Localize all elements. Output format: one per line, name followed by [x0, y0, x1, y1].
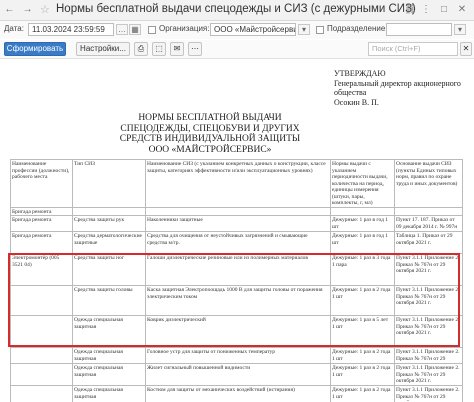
table-cell: Одежда специальная защитная	[74, 365, 123, 378]
params-bar: Дата: 11.03.2024 23:59:59 … ▦ Организаци…	[0, 21, 474, 39]
table-cell: Пункт 3.1.1 Приложение 2. Приказ № 767н …	[396, 349, 460, 362]
report-document: УТВЕРЖДАЮ Генеральный директор акционерн…	[0, 59, 474, 402]
table-cell: Средства для очищения от неустойчивых за…	[147, 233, 308, 246]
org-checkbox[interactable]	[148, 26, 156, 34]
title-line: НОРМЫ БЕСПЛАТНОЙ ВЫДАЧИ	[138, 113, 282, 123]
table-cell: Дежурные: 1 раз в 2 года 1 шт	[332, 349, 391, 362]
table-cell: Средства защиты рук	[74, 217, 125, 223]
calendar-icon[interactable]: ▦	[129, 24, 141, 35]
table-cell: Пункт 3.1.1 Приложение 2. Приказ № 767н …	[396, 365, 460, 384]
table-cell: Наколенники защитные	[147, 217, 203, 223]
title-line: СПЕЦОДЕЖДЫ, СПЕЦОБУВИ И ДРУГИХ	[120, 123, 300, 134]
search-input[interactable]: Поиск (Ctrl+F)	[368, 42, 458, 56]
group-row: Бригада ремонта	[12, 209, 52, 214]
table-cell: Одежда специальная защитная	[74, 349, 123, 362]
column-header: Нормы выдачи с указанием периодичности в…	[332, 161, 388, 206]
print-icon[interactable]: ⎙	[134, 42, 148, 56]
org-dropdown-icon[interactable]: ▾	[298, 24, 310, 35]
title-line: ООО «МАЙСТРОЙСЕРВИС»	[148, 144, 272, 155]
date-picker-icon[interactable]: …	[116, 24, 128, 35]
column-header: Наименование СИЗ (с указанием конкретных…	[147, 161, 326, 174]
link-icon[interactable]: ⛓	[404, 4, 417, 15]
window-title: Нормы бесплатной выдачи спецодежды и СИЗ…	[56, 3, 416, 15]
table-cell: Пункт 3.1.1 Приложение 2. Приказ № 767н …	[396, 387, 460, 401]
table-cell: Дежурные: 1 раз в год 1 шт	[332, 217, 389, 230]
settings-button[interactable]: Настройки...	[76, 42, 130, 56]
generate-button[interactable]: Сформировать	[4, 42, 66, 56]
dept-label: Подразделение:	[327, 24, 388, 33]
table-cell: Одежда специальная защитная	[74, 387, 123, 400]
table-cell: Жилет сигнальный повышенной видимости	[147, 365, 251, 371]
email-icon[interactable]: ✉	[170, 42, 184, 56]
approval-block: УТВЕРЖДАЮ Генеральный директор акционерн…	[334, 69, 461, 107]
date-label: Дата:	[4, 24, 24, 33]
search-clear-icon[interactable]: ✕	[460, 42, 472, 56]
table-cell: Головное устр для защиты от пониженных т…	[147, 349, 276, 355]
dept-dropdown-icon[interactable]: ▾	[454, 24, 466, 35]
table-cell	[12, 365, 70, 384]
org-label: Организация:	[159, 24, 210, 33]
org-field[interactable]: ООО «Майстройсервис»	[210, 23, 296, 36]
table-grid-line	[462, 159, 463, 402]
table-cell: Дежурные: 1 раз в год 1 шт	[332, 233, 389, 246]
back-arrow-icon[interactable]: ←	[4, 4, 15, 15]
favorite-star-icon[interactable]: ☆	[40, 3, 50, 16]
column-header: Тип СИЗ	[74, 161, 95, 167]
document-title: НОРМЫ БЕСПЛАТНОЙ ВЫДАЧИ СПЕЦОДЕЖДЫ, СПЕЦ…	[110, 113, 310, 155]
maximize-icon[interactable]: □	[438, 4, 450, 15]
approval-line: Осокин В. П.	[334, 97, 379, 107]
table-cell: Средства дерматологические защитные	[74, 233, 142, 246]
more-menu-icon[interactable]: ⋮	[420, 4, 432, 15]
forward-arrow-icon[interactable]: →	[22, 4, 33, 15]
table-cell: Бригада ремонта	[12, 217, 52, 223]
title-bar: ← → ☆ Нормы бесплатной выдачи спецодежды…	[0, 0, 474, 21]
toolbar: Сформировать Настройки... ⎙ ⬚ ✉ ⋯ Поиск …	[0, 40, 474, 59]
dept-field[interactable]	[386, 23, 452, 36]
more-actions-icon[interactable]: ⋯	[188, 42, 202, 56]
table-cell	[12, 387, 70, 401]
highlight-frame	[8, 253, 460, 347]
approval-line: Генеральный директор акционерного	[334, 78, 461, 88]
column-header: Наименование профессии (должности), рабо…	[12, 161, 70, 180]
approval-line: УТВЕРЖДАЮ	[334, 69, 386, 78]
save-icon[interactable]: ⬚	[152, 42, 166, 56]
column-header: Основание выдачи СИЗ (пункты Единых типо…	[396, 161, 458, 187]
close-icon[interactable]: ✕	[456, 4, 468, 15]
table-cell: Пункт 17. 187. Приказ от 09 декабря 2014…	[396, 217, 458, 230]
date-field[interactable]: 11.03.2024 23:59:59	[28, 23, 114, 36]
table-cell: Таблица 1. Приказ от 29 октября 2021 г.	[396, 233, 453, 246]
table-cell	[12, 349, 70, 362]
title-line: СРЕДСТВ ИНДИВИДУАЛЬНОЙ ЗАЩИТЫ	[119, 134, 301, 144]
table-cell: Костюм для защиты от механических воздей…	[147, 387, 295, 393]
dept-checkbox[interactable]	[316, 26, 324, 34]
table-cell: Дежурные: 1 раз в 2 года 1 шт	[332, 387, 391, 400]
approval-line: общества	[334, 88, 367, 97]
table-cell: Дежурные: 1 раз в 2 года 1 шт	[332, 365, 391, 378]
table-cell: Бригада ремонта	[12, 233, 52, 239]
